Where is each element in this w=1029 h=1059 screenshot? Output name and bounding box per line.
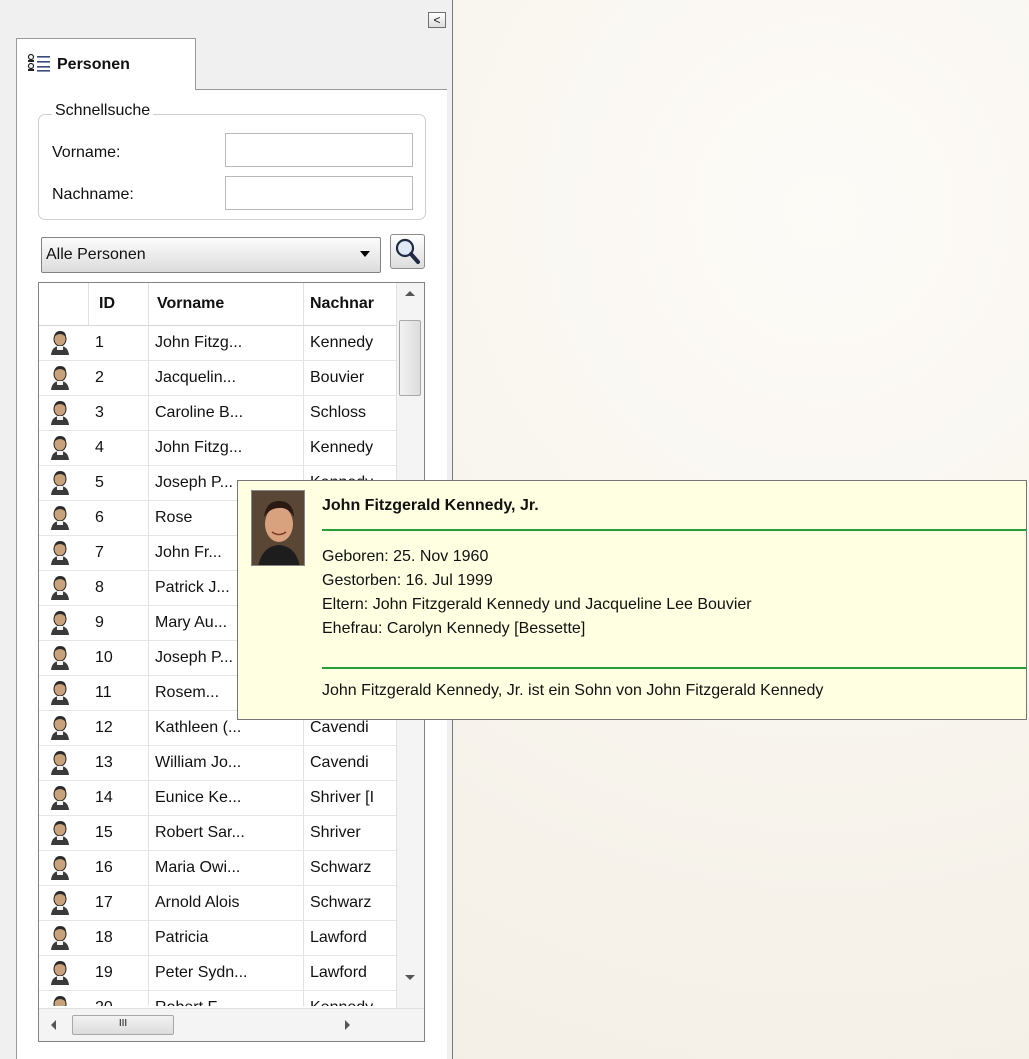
table-row[interactable]: 3 Caroline B... Schloss: [39, 396, 397, 431]
cell-id: 12: [95, 719, 113, 736]
cell-id: 10: [95, 649, 113, 666]
tooltip-title: John Fitzgerald Kennedy, Jr.: [322, 497, 539, 514]
person-photo: [251, 490, 305, 566]
cell-last-name: Shriver [I: [310, 789, 375, 806]
cell-last-name: Lawford: [310, 964, 367, 981]
cell-last-name: Kennedy: [310, 991, 396, 1006]
cell-first-name: Peter Sydn...: [155, 964, 248, 981]
cell-id: 11: [95, 684, 112, 701]
id-column-header[interactable]: ID: [89, 283, 149, 325]
cell-last-name: Kennedy: [310, 334, 374, 351]
cell-id: 4: [95, 439, 104, 456]
cell-id: 20: [95, 991, 145, 1006]
filter-selected-value: Alle Personen: [46, 246, 146, 263]
table-header: ID Vorname Nachnar: [39, 283, 397, 326]
horizontal-scrollbar[interactable]: III: [39, 1008, 424, 1041]
tooltip-divider-top: [322, 529, 1026, 531]
table-row[interactable]: 15 Robert Sar... Shriver: [39, 816, 397, 851]
scroll-left-icon[interactable]: [51, 1020, 56, 1030]
cell-first-name: Arnold Alois: [155, 894, 240, 911]
tooltip-died: Gestorben: 16. Jul 1999: [322, 572, 493, 589]
cell-id: 8: [95, 579, 104, 596]
tooltip-divider-bottom: [322, 667, 1026, 669]
tooltip-parents: Eltern: John Fitzgerald Kennedy und Jacq…: [322, 596, 752, 613]
scroll-down-icon[interactable]: [405, 975, 415, 980]
quick-search-legend: Schnellsuche: [52, 102, 154, 120]
tooltip-description: John Fitzgerald Kennedy, Jr. ist ein Soh…: [322, 682, 824, 699]
table-row[interactable]: 1 John Fitzg... Kennedy: [39, 326, 397, 361]
person-filter-select[interactable]: Alle Personen: [41, 237, 381, 273]
cell-id: 1: [95, 334, 104, 351]
cell-first-name: William Jo...: [155, 754, 242, 771]
cell-last-name: Cavendi: [310, 754, 369, 771]
cell-id: 2: [95, 369, 104, 386]
cell-id: 16: [95, 859, 113, 876]
cell-first-name: John Fitzg...: [155, 334, 243, 351]
table-row[interactable]: 18 Patricia Lawford: [39, 921, 397, 956]
cell-last-name: Lawford: [310, 929, 367, 946]
cell-id: 14: [95, 789, 113, 806]
cell-id: 17: [95, 894, 113, 911]
table-row[interactable]: 16 Maria Owi... Schwarz: [39, 851, 397, 886]
first-name-column-header[interactable]: Vorname: [149, 283, 304, 325]
chevron-down-icon: [360, 251, 370, 257]
person-tooltip: John Fitzgerald Kennedy, Jr. Geboren: 25…: [237, 480, 1027, 720]
cell-id: 9: [95, 614, 104, 631]
tab-personen[interactable]: Personen: [16, 38, 196, 90]
cell-id: 7: [95, 544, 104, 561]
cell-first-name: Maria Owi...: [155, 859, 241, 876]
cell-last-name: Shriver: [310, 824, 361, 841]
cell-id: 6: [95, 509, 104, 526]
person-icon: [49, 991, 75, 1006]
cell-last-name: Schwarz: [310, 894, 372, 911]
cell-first-name: Jacquelin...: [155, 369, 236, 386]
cell-first-name: Robert F...: [155, 991, 300, 1006]
table-row[interactable]: 14 Eunice Ke... Shriver [I: [39, 781, 397, 816]
cell-id: 19: [95, 964, 113, 981]
table-row[interactable]: 17 Arnold Alois Schwarz: [39, 886, 397, 921]
tooltip-born: Geboren: 25. Nov 1960: [322, 548, 489, 565]
cell-first-name: Patricia: [155, 929, 209, 946]
scroll-up-icon[interactable]: [405, 291, 415, 296]
table-row[interactable]: 4 John Fitzg... Kennedy: [39, 431, 397, 466]
cell-first-name: Caroline B...: [155, 404, 244, 421]
last-name-label: Nachname:: [52, 186, 134, 203]
collapse-panel-button[interactable]: <: [428, 12, 446, 28]
cell-id: 15: [95, 824, 113, 841]
cell-id: 3: [95, 404, 104, 421]
table-row[interactable]: 2 Jacquelin... Bouvier: [39, 361, 397, 396]
cell-last-name: Kennedy: [310, 439, 374, 456]
cell-first-name: Robert Sar...: [155, 824, 245, 841]
tab-label: Personen: [57, 55, 130, 73]
cell-last-name: Bouvier: [310, 369, 365, 386]
table-row[interactable]: 19 Peter Sydn... Lawford: [39, 956, 397, 991]
vertical-scroll-thumb[interactable]: [399, 320, 421, 396]
last-name-input[interactable]: [225, 176, 413, 210]
icon-column-header: [39, 283, 89, 325]
search-button[interactable]: [390, 234, 425, 269]
first-name-label: Vorname:: [52, 144, 121, 161]
horizontal-scroll-thumb[interactable]: III: [72, 1015, 174, 1035]
cell-id: 13: [95, 754, 113, 771]
cell-last-name: Schloss: [310, 404, 367, 421]
tooltip-spouse: Ehefrau: Carolyn Kennedy [Bessette]: [322, 620, 586, 637]
first-name-input[interactable]: [225, 133, 413, 167]
last-name-column-header[interactable]: Nachnar: [304, 283, 397, 325]
table-row[interactable]: 13 William Jo... Cavendi: [39, 746, 397, 781]
cell-id: 18: [95, 929, 113, 946]
table-row[interactable]: 20 Robert F... Kennedy: [39, 991, 397, 1006]
cell-id: 5: [95, 474, 104, 491]
person-list-icon: [27, 53, 51, 76]
magnifier-icon: [395, 238, 420, 264]
cell-first-name: John Fitzg...: [155, 439, 243, 456]
scroll-right-icon[interactable]: [345, 1020, 350, 1030]
cell-last-name: Schwarz: [310, 859, 372, 876]
cell-first-name: Eunice Ke...: [155, 789, 242, 806]
